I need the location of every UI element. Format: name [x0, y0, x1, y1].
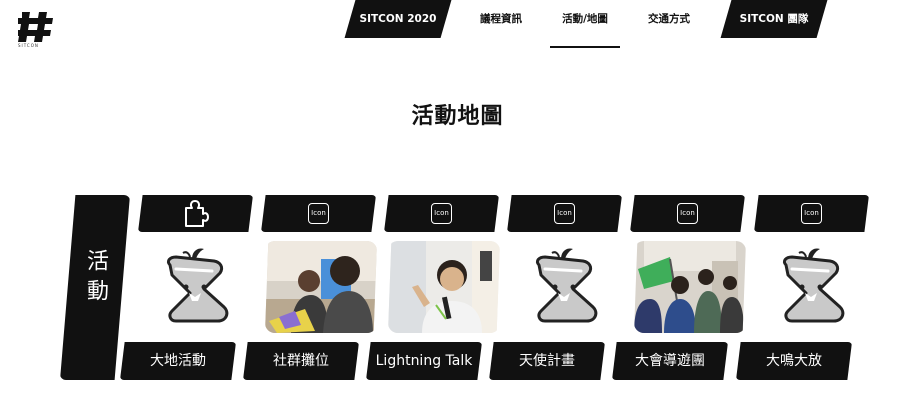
- activity-icon-tile: Icon: [754, 195, 869, 232]
- top-nav: SITCON 2020 議程資訊 活動/地圖 交通方式 SITCON 團隊: [0, 0, 915, 48]
- nav-events-map[interactable]: 活動/地圖: [550, 0, 620, 48]
- photo-booth: [265, 241, 377, 333]
- logo-subtext: SITCON: [18, 43, 39, 48]
- placeholder-icon: Icon: [431, 203, 452, 224]
- activity-card[interactable]: 大地活動: [120, 195, 262, 385]
- placeholder-icon: Icon: [308, 203, 329, 224]
- category-label-text: 活動: [83, 249, 108, 309]
- activity-card[interactable]: Icon Lightning Talk: [366, 195, 508, 385]
- activity-icon-tile: [138, 195, 253, 232]
- photo-speaker: [388, 241, 500, 333]
- nav-sitcon-2020[interactable]: SITCON 2020: [350, 0, 446, 38]
- activity-label[interactable]: 天使計畫: [489, 342, 605, 380]
- page-title: 活動地圖: [411, 104, 504, 129]
- activity-card[interactable]: Icon 社群攤位: [243, 195, 385, 385]
- nav-sessions[interactable]: 議程資訊: [470, 0, 532, 38]
- activity-card[interactable]: Icon 天使計畫: [489, 195, 631, 385]
- placeholder-icon: Icon: [554, 203, 575, 224]
- activity-icon-tile: Icon: [507, 195, 622, 232]
- mascot-image: [772, 245, 856, 333]
- activity-icon-tile: Icon: [630, 195, 745, 232]
- photo-tour: [634, 241, 746, 333]
- activity-icon-tile: Icon: [261, 195, 376, 232]
- activity-icon-tile: Icon: [384, 195, 499, 232]
- placeholder-icon: Icon: [677, 203, 698, 224]
- activity-card[interactable]: Icon 大鳴大放: [736, 195, 878, 385]
- placeholder-icon: Icon: [801, 203, 822, 224]
- category-label: 活動: [60, 195, 130, 380]
- activity-label[interactable]: 社群攤位: [243, 342, 359, 380]
- nav-sitcon-team[interactable]: SITCON 團隊: [726, 0, 822, 38]
- puzzle-icon: [184, 199, 209, 227]
- activity-label[interactable]: Lightning Talk: [366, 342, 482, 380]
- nav-transport[interactable]: 交通方式: [640, 0, 698, 38]
- activity-card[interactable]: Icon 大會導遊團: [612, 195, 754, 385]
- mascot-image: [156, 245, 240, 333]
- mascot-image: [525, 245, 609, 333]
- activity-label[interactable]: 大鳴大放: [736, 342, 852, 380]
- activity-label[interactable]: 大地活動: [120, 342, 236, 380]
- activity-label[interactable]: 大會導遊團: [612, 342, 728, 380]
